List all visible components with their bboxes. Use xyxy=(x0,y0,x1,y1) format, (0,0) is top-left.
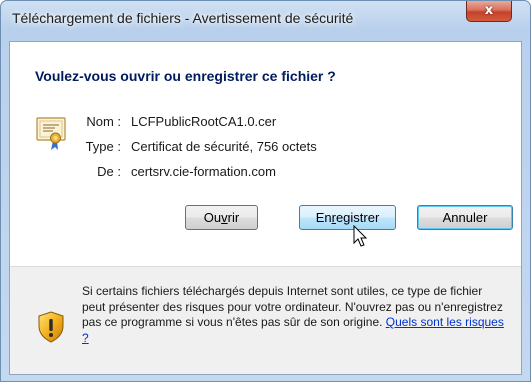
dialog-heading: Voulez-vous ouvrir ou enregistrer ce fic… xyxy=(35,68,336,84)
warning-panel: Si certains fichiers téléchargés depuis … xyxy=(10,267,521,374)
save-label-start: En xyxy=(315,210,332,225)
warning-text: Si certains fichiers téléchargés depuis … xyxy=(82,284,507,346)
name-label: Nom : xyxy=(86,114,121,129)
shield-warning-icon xyxy=(38,311,64,343)
save-button[interactable]: Enregistrer xyxy=(299,205,396,230)
window-title: Téléchargement de fichiers - Avertisseme… xyxy=(12,10,354,26)
name-value: LCFPublicRootCA1.0.cer xyxy=(131,114,277,129)
save-label-end: egistrer xyxy=(335,210,380,225)
title-bar[interactable]: Téléchargement de fichiers - Avertisseme… xyxy=(1,1,530,41)
mouse-pointer-icon xyxy=(353,225,368,247)
type-value: Certificat de sécurité, 756 octets xyxy=(131,139,317,154)
type-label: Type : xyxy=(85,139,121,154)
dialog-content: Voulez-vous ouvrir ou enregistrer ce fic… xyxy=(9,41,522,375)
from-label: De : xyxy=(97,164,121,179)
open-label-end: rir xyxy=(227,210,240,225)
open-button[interactable]: Ouvrir xyxy=(185,205,258,230)
open-label-start: Ou xyxy=(203,210,222,225)
from-value: certsrv.cie-formation.com xyxy=(131,164,276,179)
close-button[interactable]: x xyxy=(466,1,512,22)
dialog-window: Téléchargement de fichiers - Avertisseme… xyxy=(0,0,531,382)
cancel-button[interactable]: Annuler xyxy=(417,205,513,230)
